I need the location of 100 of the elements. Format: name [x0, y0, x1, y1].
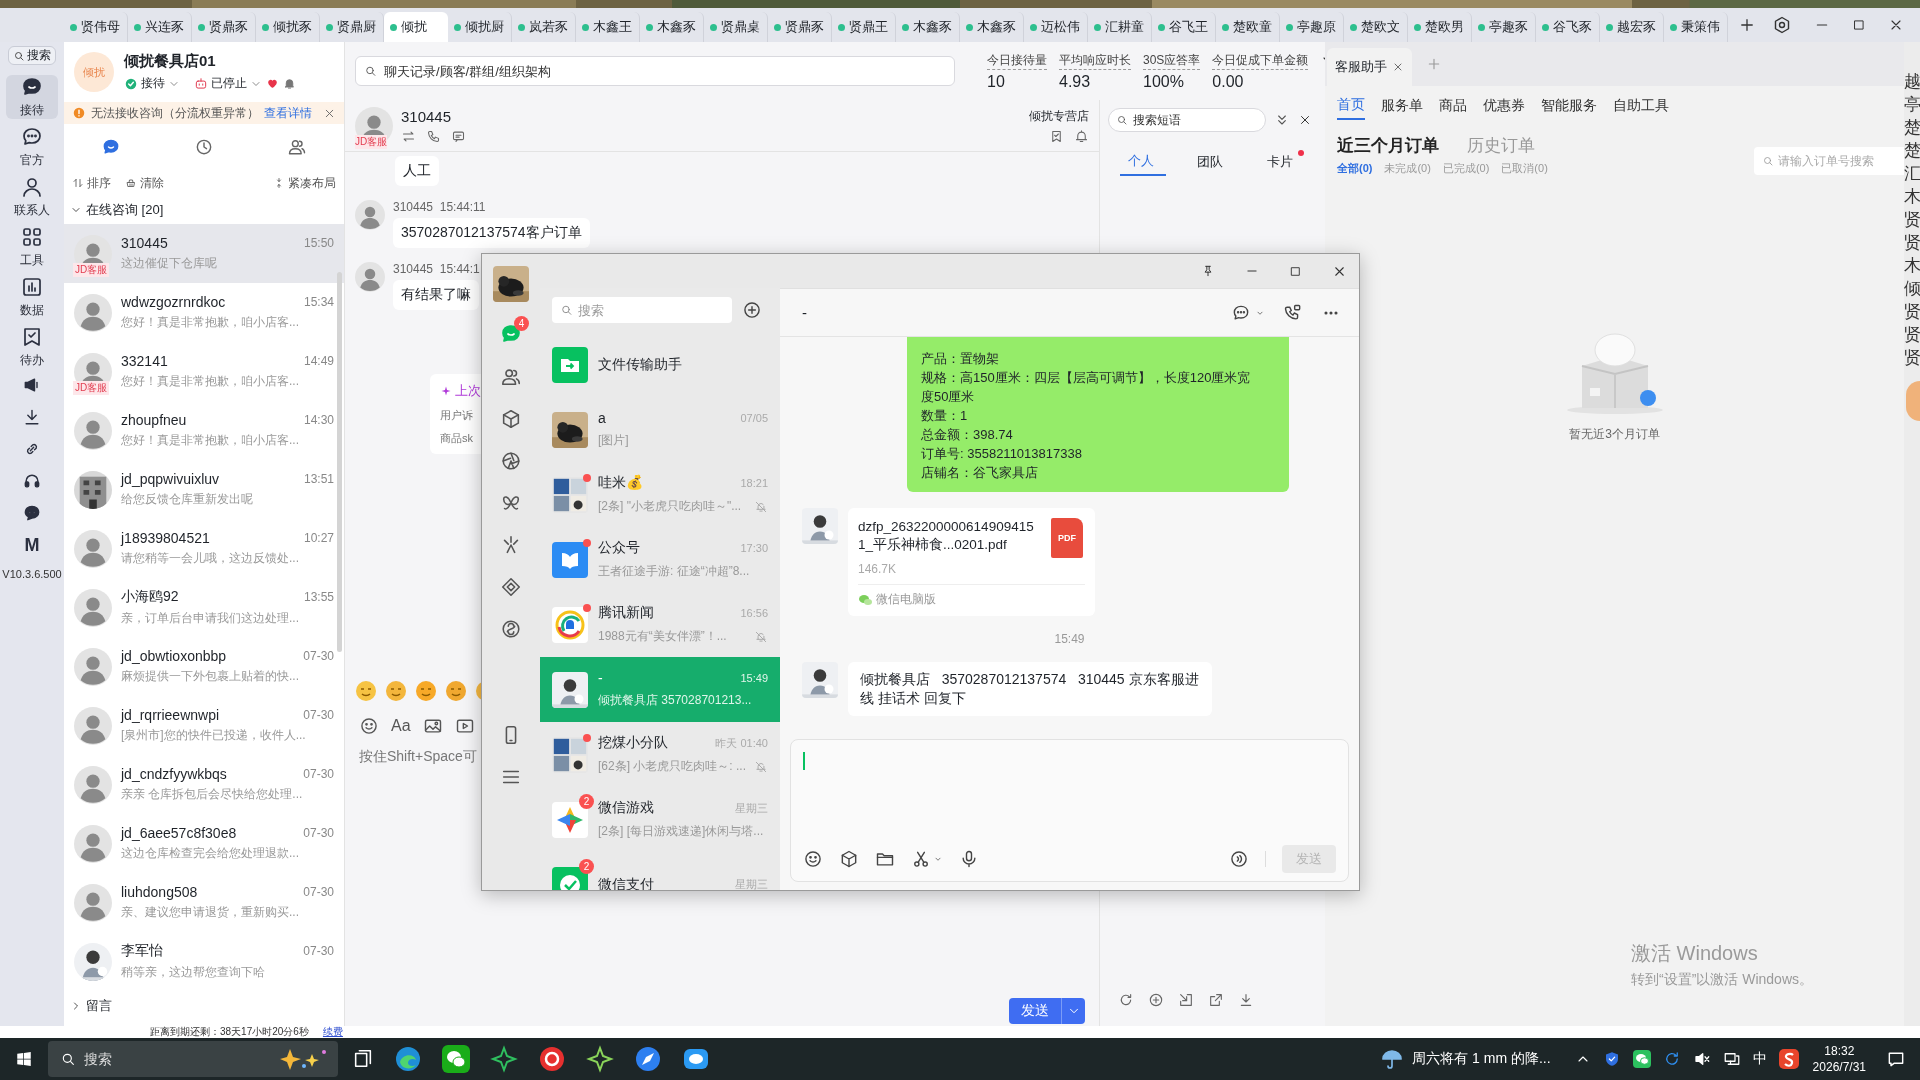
shop-tab-label[interactable]: 贤 — [1904, 233, 1920, 253]
shop-tab-label[interactable]: 木 — [1904, 256, 1920, 276]
shop-tab-label[interactable]: 木 — [1904, 187, 1920, 207]
chat-preview: 王者征途手游: 征途“冲超”8... — [598, 563, 751, 580]
shop-tab-label[interactable]: 贤 — [1904, 325, 1920, 345]
conversation-item[interactable]: jd_obwtioxonbbp 07-30 麻烦提供一下外包裹上贴着的快... — [64, 637, 344, 696]
conversation-item[interactable]: zhoupfneu 14:30 您好！真是非常抱歉，咱小店客... — [64, 401, 344, 460]
chat-list-item[interactable]: 腾讯新闻 16:56 1988元有“美女伴漂”！... — [540, 592, 780, 657]
nav-tab[interactable]: 首页 — [1337, 96, 1365, 120]
sort-button[interactable]: 排序 — [72, 174, 111, 192]
shop-tab[interactable]: 贤鼎豕 — [768, 12, 832, 42]
font-button[interactable]: Aa — [391, 717, 411, 735]
shop-tab[interactable]: 迈松伟 — [1024, 12, 1088, 42]
shop-tab-label[interactable]: 楚 — [1904, 118, 1920, 138]
stat-label: 今日促成下单金额 — [1212, 51, 1309, 70]
shop-tab[interactable]: 楚欧童 — [1216, 12, 1280, 42]
shop-tab[interactable]: 木鑫豕 — [960, 12, 1024, 42]
message-time: 15:34 — [303, 295, 334, 309]
shop-tab[interactable]: 木鑫豕 — [640, 12, 704, 42]
taskbar-search-field[interactable]: 搜索 — [48, 1041, 338, 1077]
conversation-item[interactable]: liuhdong508 07-30 亲、建议您申请退货，重新购买... — [64, 873, 344, 932]
file-source: 微信电脑版 — [876, 591, 936, 608]
shop-tab-label[interactable]: 贤 — [1904, 302, 1920, 322]
nav-tab[interactable]: 智能服务 — [1541, 97, 1597, 119]
search-field[interactable]: 搜索 — [552, 297, 732, 323]
send-button[interactable]: 发送 — [1009, 998, 1061, 1024]
assistant-tab[interactable]: 客服助手 — [1327, 48, 1412, 86]
layout-button[interactable]: 紧凑布局 — [273, 174, 336, 192]
phrase-tab[interactable]: 团队 — [1189, 149, 1236, 175]
conversation-item[interactable]: jd_cndzfyywkbqs 07-30 亲亲 仓库拆包后会尽快给您处理... — [64, 755, 344, 814]
search-field[interactable]: 聊天记录/顾客/群组/组织架构 — [355, 56, 955, 86]
shop-tab-label[interactable]: 贤 — [1904, 210, 1920, 230]
robot-dropdown[interactable]: 已停止 — [194, 75, 262, 92]
shop-tab[interactable]: 木鑫王 — [576, 12, 640, 42]
shop-name: 倾扰餐具店01 — [124, 52, 217, 71]
chat-list-item[interactable]: 文件传输助手 — [540, 332, 780, 397]
shop-tab[interactable]: 木鑫豕 — [896, 12, 960, 42]
customer-name: 310445 — [401, 107, 453, 125]
status-dropdown[interactable]: 接待 — [124, 75, 180, 92]
conversation-item[interactable]: 李军怡 07-30 稍等亲，这边帮您查询下哈 — [64, 932, 344, 991]
phrase-tab[interactable]: 卡片 — [1259, 149, 1306, 175]
conversation-item[interactable]: JD客服 332141 14:49 您好！真是非常抱歉，咱小店客... — [64, 342, 344, 401]
chat-list-item[interactable]: 哇米💰 18:21 [2条] "小老虎只吃肉哇～"... — [540, 462, 780, 527]
expiry-text: 距离到期还剩：38天17小时20分6秒 — [150, 1026, 309, 1037]
nav-tab[interactable]: 商品 — [1439, 97, 1467, 119]
chat-list-item[interactable]: 公众号 17:30 王者征途手游: 征途“冲超”8... — [540, 527, 780, 592]
shop-tab-label[interactable]: 倾 — [1904, 279, 1920, 299]
nav-item[interactable]: 数据 — [6, 275, 58, 319]
nav-item[interactable]: 待办 — [6, 325, 58, 369]
nav-item[interactable]: 联系人 — [6, 175, 58, 219]
shop-tab[interactable]: 贤鼎桌 — [704, 12, 768, 42]
conversation-item[interactable]: 小海鸥92 13:55 亲，订单后台申请我们这边处理... — [64, 578, 344, 637]
search-button[interactable]: 搜索 — [8, 46, 56, 65]
conversation-item[interactable]: jd_rqrrieewnwpi 07-30 [泉州市]您的快件已投递，收件人... — [64, 696, 344, 755]
clear-button[interactable]: 清除 — [125, 174, 164, 192]
chat-time: 16:56 — [740, 607, 768, 619]
shop-tab[interactable]: 倾扰厨 — [448, 12, 512, 42]
ime-indicator[interactable]: 中 — [1752, 1050, 1767, 1068]
renew-link[interactable]: 续费 — [322, 1026, 343, 1037]
chat-list-item[interactable]: 挖煤小分队 昨天 01:40 [62条] 小老虎只吃肉哇～: ... — [540, 722, 780, 787]
message-time: 14:30 — [303, 413, 334, 427]
shop-tab-label[interactable]: 贤 — [1904, 348, 1920, 368]
time-divider: 15:49 — [1053, 632, 1086, 646]
shop-tab[interactable]: 谷飞王 — [1152, 12, 1216, 42]
message-time: 13:51 — [303, 472, 334, 486]
shop-tab-label[interactable]: 汇 — [1904, 164, 1920, 184]
shop-tab[interactable]: 汇耕童 — [1088, 12, 1152, 42]
group-header[interactable]: 在线咨询 [20] — [64, 196, 170, 224]
shop-tab[interactable]: 倾扰 — [384, 12, 448, 42]
conversation-item[interactable]: jd_pqpwivuixluv 13:51 给您反馈仓库重新发出呢 — [64, 460, 344, 519]
conversation-item[interactable]: JD客服 310445 15:50 这边催促下仓库呢 — [64, 224, 344, 283]
message-preview: 这边仓库检查完会给您处理退款... — [121, 845, 300, 862]
clock-date: 2026/7/31 — [1812, 1059, 1866, 1075]
nav-tab[interactable]: 优惠券 — [1483, 97, 1525, 119]
conversation-item[interactable]: j18939804521 10:27 请您稍等一会儿哦，这边反馈处... — [64, 519, 344, 578]
contact-name: jd_pqpwivuixluv — [121, 471, 220, 487]
shop-tab[interactable]: 贤鼎王 — [832, 12, 896, 42]
order-search-field[interactable]: 请输入订单号搜索 — [1754, 147, 1904, 175]
conversation-item[interactable]: wdwzgozrnrdkoc 15:34 您好！真是非常抱歉，咱小店客... — [64, 283, 344, 342]
chat-name: 微信支付 — [598, 875, 654, 890]
nav-item[interactable]: 工具 — [6, 225, 58, 269]
phrase-search-field[interactable]: 搜索短语 — [1108, 108, 1266, 132]
shop-tab-label[interactable]: 越 — [1904, 72, 1920, 92]
details-link[interactable]: 查看详情 — [264, 104, 312, 122]
filter-tab[interactable]: 全部(0) — [1337, 161, 1373, 176]
nav-item[interactable]: 接待 — [6, 75, 58, 119]
contact-name: 332141 — [121, 353, 168, 369]
nav-item[interactable]: 官方 — [6, 125, 58, 169]
chat-list-item[interactable]: a 07/05 [图片] — [540, 397, 780, 462]
group-header[interactable]: 留言 — [64, 994, 118, 1018]
shop-tab-label[interactable]: 亭 — [1904, 95, 1920, 115]
order-tab[interactable]: 近三个月订单 — [1337, 134, 1439, 157]
conversation-item[interactable]: jd_6aee57c8f30e8 07-30 这边仓库检查完会给您处理退款... — [64, 814, 344, 873]
nav-tab[interactable]: 自助工具 — [1613, 97, 1669, 119]
shop-tab[interactable]: 岚若豕 — [512, 12, 576, 42]
message-bubble: 有结果了嘛 — [393, 280, 479, 310]
nav-tab[interactable]: 服务单 — [1381, 97, 1423, 119]
shop-tab-label[interactable]: 楚 — [1904, 141, 1920, 161]
chat-name: 公众号 — [598, 539, 640, 557]
phrase-tab[interactable]: 个人 — [1119, 148, 1166, 176]
